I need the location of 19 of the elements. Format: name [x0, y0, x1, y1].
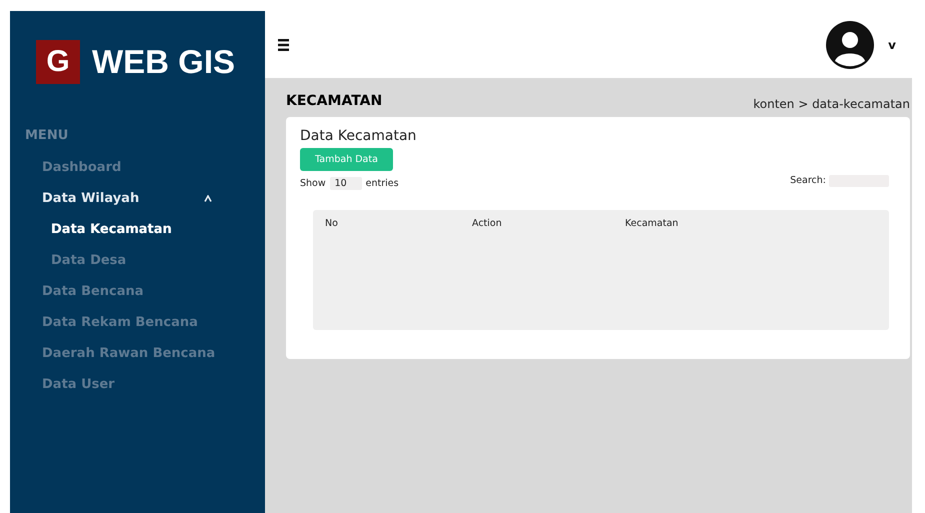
sidebar-item[interactable]: Data Kecamatan	[10, 214, 265, 245]
breadcrumb: konten > data-kecamatan	[753, 97, 910, 111]
search-label: Search:	[790, 175, 826, 186]
column-header[interactable]: Action	[472, 218, 502, 229]
entries-label: entries	[366, 178, 399, 189]
column-header[interactable]: Kecamatan	[625, 218, 678, 229]
user-caret[interactable]: v	[888, 38, 896, 52]
logo-mark: G	[36, 40, 80, 84]
entries-select[interactable]: 10	[330, 177, 362, 190]
column-header[interactable]: No	[325, 218, 338, 229]
logo-text: WEB GIS	[92, 43, 236, 81]
menu-icon[interactable]	[278, 38, 289, 50]
menu-heading: MENU	[25, 128, 68, 143]
caret-up-icon[interactable]	[204, 195, 212, 202]
sidebar-item[interactable]: Data Wilayah	[10, 183, 212, 214]
avatar-icon[interactable]	[826, 20, 874, 68]
show-label: Show	[300, 178, 326, 189]
card-title: Data Kecamatan	[300, 128, 416, 144]
page-title: KECAMATAN	[286, 93, 382, 109]
